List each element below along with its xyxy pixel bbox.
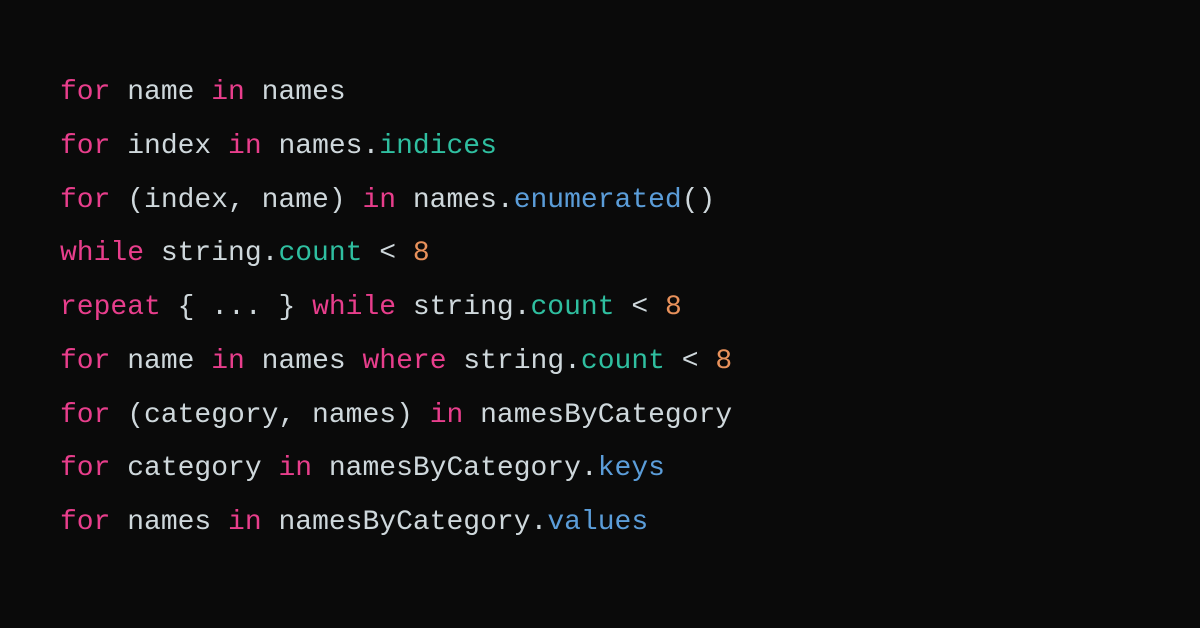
code-line: for names in namesByCategory.values <box>60 496 1140 550</box>
code-token: repeat <box>60 292 161 323</box>
code-token: for <box>60 507 110 538</box>
code-token: in <box>228 507 262 538</box>
code-token: < <box>665 346 715 377</box>
code-token: for <box>60 453 110 484</box>
code-line: for name in names <box>60 66 1140 120</box>
code-token: namesByCategory. <box>262 507 548 538</box>
code-token: () <box>682 185 716 216</box>
code-token: 8 <box>413 238 430 269</box>
code-token: where <box>362 346 446 377</box>
code-token: for <box>60 131 110 162</box>
code-token: string. <box>447 346 581 377</box>
code-line: repeat { ... } while string.count < 8 <box>60 281 1140 335</box>
code-token: category <box>110 453 278 484</box>
code-token: index <box>110 131 228 162</box>
code-snippet: for name in namesfor index in names.indi… <box>0 0 1200 616</box>
code-token: for <box>60 400 110 431</box>
code-token: 8 <box>665 292 682 323</box>
code-token: count <box>581 346 665 377</box>
code-token: name <box>110 77 211 108</box>
code-token: names. <box>396 185 514 216</box>
code-token: names <box>245 77 346 108</box>
code-token: in <box>362 185 396 216</box>
code-token: values <box>547 507 648 538</box>
code-token: while <box>60 238 144 269</box>
code-token: in <box>211 77 245 108</box>
code-token: enumerated <box>514 185 682 216</box>
code-token: indices <box>379 131 497 162</box>
code-token: string. <box>144 238 278 269</box>
code-line: for (index, name) in names.enumerated() <box>60 174 1140 228</box>
code-token: for <box>60 185 110 216</box>
code-token: names <box>245 346 363 377</box>
code-line: for (category, names) in namesByCategory <box>60 389 1140 443</box>
code-token: namesByCategory. <box>312 453 598 484</box>
code-token: while <box>312 292 396 323</box>
code-token: for <box>60 346 110 377</box>
code-token: 8 <box>715 346 732 377</box>
code-token: string. <box>396 292 530 323</box>
code-token: count <box>531 292 615 323</box>
code-token: keys <box>598 453 665 484</box>
code-token: for <box>60 77 110 108</box>
code-token: in <box>228 131 262 162</box>
code-line: for category in namesByCategory.keys <box>60 442 1140 496</box>
code-token: { ... } <box>161 292 312 323</box>
code-token: namesByCategory <box>463 400 732 431</box>
code-token: (index, name) <box>110 185 362 216</box>
code-token: names. <box>262 131 380 162</box>
code-token: names <box>110 507 228 538</box>
code-token: in <box>430 400 464 431</box>
code-token: in <box>211 346 245 377</box>
code-token: name <box>110 346 211 377</box>
code-token: < <box>362 238 412 269</box>
code-token: (category, names) <box>110 400 429 431</box>
code-line: for name in names where string.count < 8 <box>60 335 1140 389</box>
code-token: < <box>615 292 665 323</box>
code-line: while string.count < 8 <box>60 227 1140 281</box>
code-token: in <box>278 453 312 484</box>
code-token: count <box>278 238 362 269</box>
code-line: for index in names.indices <box>60 120 1140 174</box>
